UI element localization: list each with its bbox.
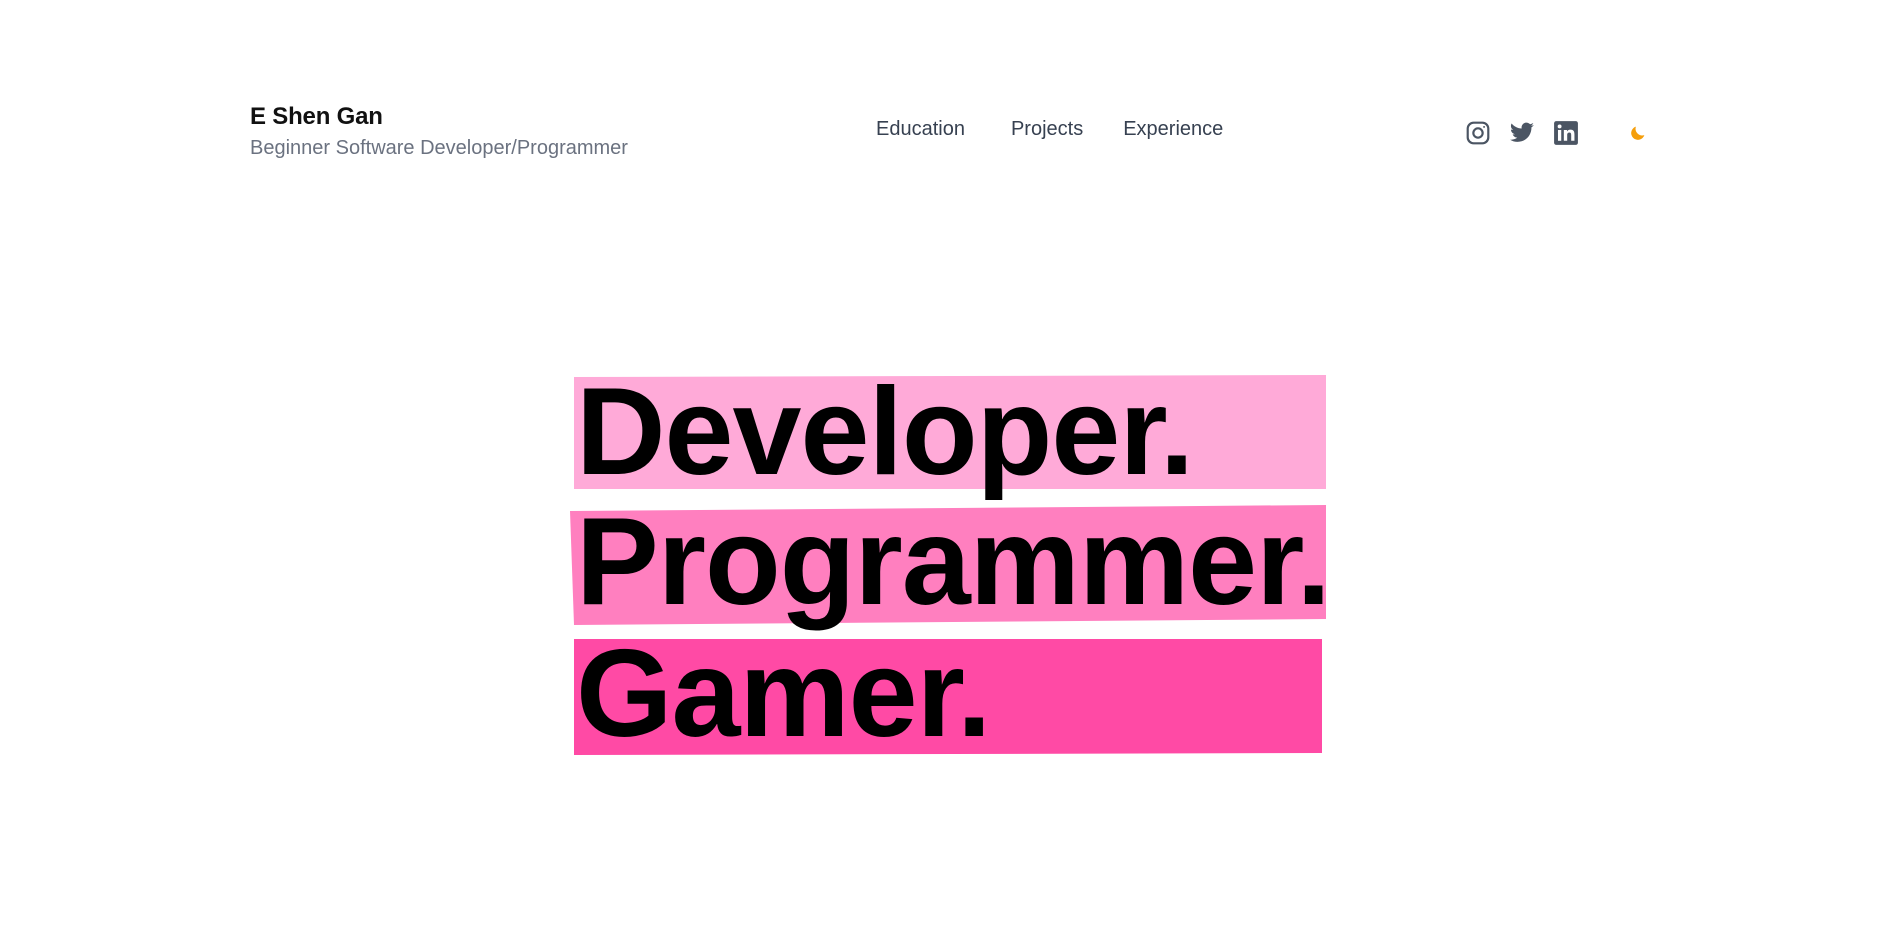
twitter-icon[interactable] (1508, 119, 1536, 147)
main-nav: Education Projects Experience (876, 118, 1223, 141)
hero-line-gamer: Gamer. (570, 632, 1322, 756)
hero-line-programmer: Programmer. (570, 500, 1331, 625)
linkedin-icon[interactable] (1552, 119, 1580, 147)
hero-line-developer: Developer. (570, 370, 1326, 494)
nav-link-projects[interactable]: Projects (1011, 118, 1083, 141)
page: E Shen Gan Beginner Software Developer/P… (0, 0, 1901, 943)
hero-text-gamer: Gamer. (576, 625, 991, 763)
instagram-icon[interactable] (1464, 119, 1492, 147)
nav-link-education[interactable]: Education (876, 118, 965, 141)
hero-text-developer: Developer. (576, 363, 1194, 501)
brand: E Shen Gan Beginner Software Developer/P… (250, 100, 628, 162)
site-title[interactable]: E Shen Gan (250, 100, 628, 134)
social-links (1464, 119, 1650, 147)
site-tagline: Beginner Software Developer/Programmer (250, 137, 628, 159)
hero-text-programmer: Programmer. (576, 493, 1331, 631)
nav-link-experience[interactable]: Experience (1123, 118, 1223, 141)
moon-icon[interactable] (1626, 121, 1650, 145)
